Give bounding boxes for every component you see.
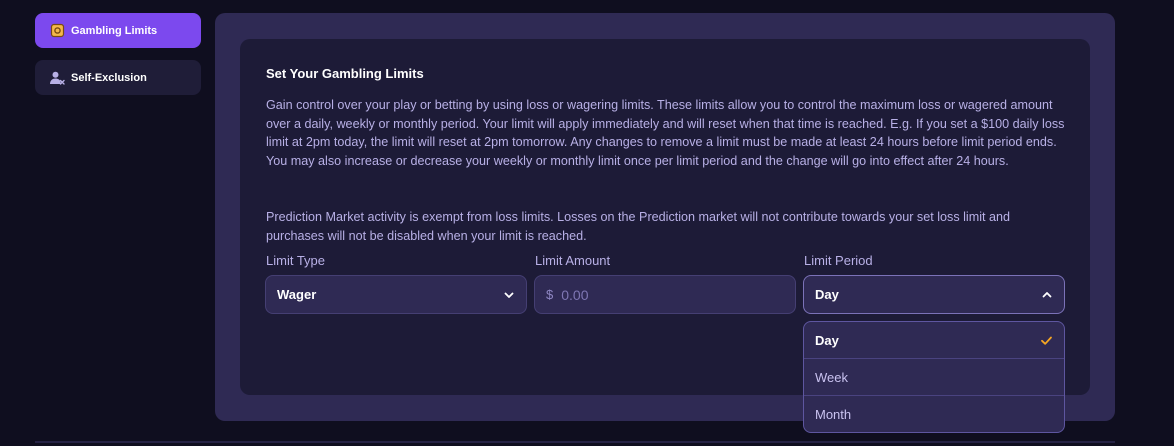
- option-label: Week: [815, 369, 848, 385]
- chevron-up-icon: [1041, 289, 1053, 301]
- limit-type-select[interactable]: Wager: [265, 275, 527, 314]
- limit-period-dropdown: Day Week Month: [803, 321, 1065, 433]
- sidebar-item-label: Self-Exclusion: [71, 71, 147, 84]
- limit-period-select[interactable]: Day: [803, 275, 1065, 314]
- option-label: Month: [815, 407, 852, 422]
- limit-type-value: Wager: [277, 287, 317, 302]
- limit-type-label: Limit Type: [266, 253, 326, 268]
- dropdown-option-month[interactable]: Month: [804, 396, 1064, 432]
- limit-period-value: Day: [815, 287, 839, 302]
- dropdown-option-day[interactable]: Day: [804, 322, 1064, 359]
- prediction-market-note: Prediction Market activity is exempt fro…: [266, 210, 1011, 243]
- dropdown-option-week[interactable]: Week: [804, 359, 1064, 396]
- check-icon: [1040, 334, 1053, 347]
- wallet-icon: [49, 23, 65, 39]
- divider: [35, 441, 1115, 443]
- user-x-icon: [49, 70, 65, 86]
- page-title: Set Your Gambling Limits: [266, 66, 424, 81]
- limit-amount-field[interactable]: $: [534, 275, 796, 314]
- sidebar-item-self-exclusion[interactable]: Self-Exclusion: [35, 60, 201, 95]
- limit-amount-input[interactable]: [561, 286, 762, 303]
- limits-description: Gain control over your play or betting b…: [266, 98, 1065, 168]
- sidebar-item-label: Gambling Limits: [71, 24, 158, 37]
- currency-symbol: $: [546, 287, 554, 302]
- limit-amount-label: Limit Amount: [535, 253, 611, 268]
- limit-period-label: Limit Period: [804, 253, 873, 268]
- option-label: Day: [815, 332, 839, 348]
- sidebar-item-gambling-limits[interactable]: Gambling Limits: [35, 13, 201, 48]
- chevron-down-icon: [503, 289, 515, 301]
